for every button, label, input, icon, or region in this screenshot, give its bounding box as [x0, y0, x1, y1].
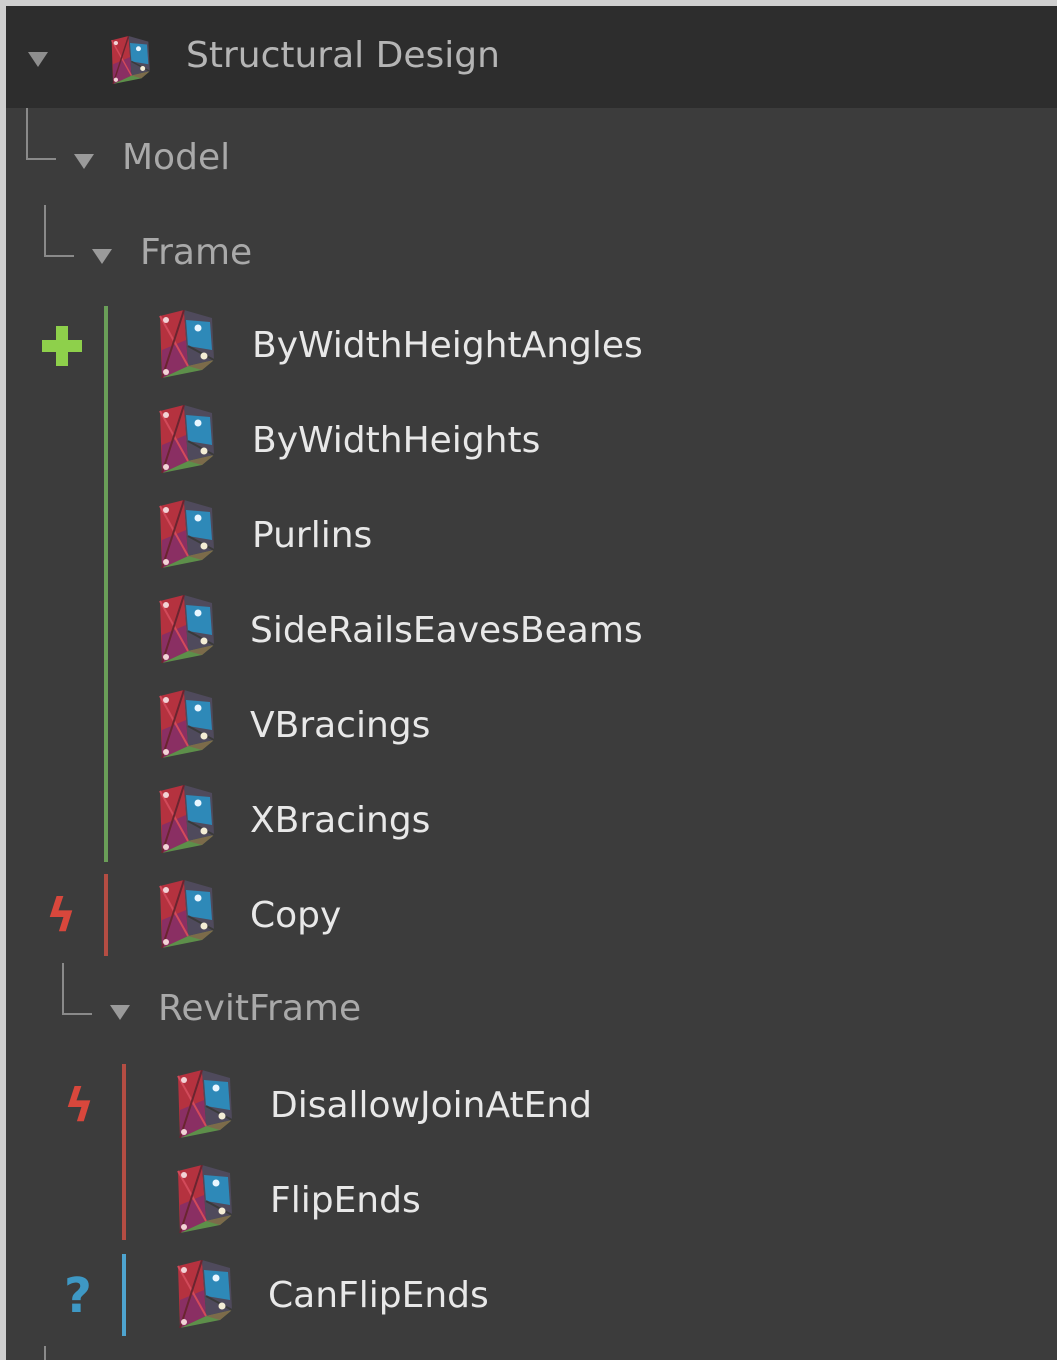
package-header[interactable]: Structural Design — [6, 6, 1057, 108]
node-label: Purlins — [252, 515, 373, 556]
collapse-arrow-icon[interactable] — [28, 52, 48, 67]
category-frame[interactable]: Frame — [6, 203, 1057, 298]
node-label: ByWidthHeightAngles — [252, 325, 643, 366]
node-label: CanFlipEnds — [268, 1275, 489, 1316]
category-label: Model — [122, 137, 231, 178]
node-item[interactable]: VBracings — [6, 674, 1057, 769]
dynamo-node-icon — [159, 880, 214, 948]
dynamo-node-icon — [177, 1260, 232, 1328]
expand-arrow-icon[interactable] — [110, 1005, 130, 1020]
node-item[interactable]: SideRailsEavesBeams — [6, 579, 1057, 674]
node-item[interactable]: Copy — [6, 864, 1057, 959]
category-label: RevitFrame — [158, 988, 362, 1029]
node-label: DisallowJoinAtEnd — [270, 1085, 592, 1126]
node-item[interactable]: XBracings — [6, 769, 1057, 864]
category-revitframe[interactable]: RevitFrame — [6, 959, 1057, 1054]
dynamo-node-icon — [159, 595, 214, 663]
tree-connector — [26, 108, 56, 160]
node-label: SideRailsEavesBeams — [250, 610, 643, 651]
dynamo-node-icon — [159, 310, 214, 378]
dynamo-package-icon — [110, 36, 150, 84]
node-item[interactable]: Purlins — [6, 484, 1057, 579]
node-label: Copy — [250, 895, 342, 936]
dynamo-node-icon — [159, 785, 214, 853]
tree-connector — [44, 205, 74, 257]
node-label: ByWidthHeights — [252, 420, 541, 461]
category-model[interactable]: Model — [6, 108, 1057, 203]
node-item[interactable]: ByWidthHeightAngles — [6, 294, 1057, 389]
expand-arrow-icon[interactable] — [74, 154, 94, 169]
expand-arrow-icon[interactable] — [92, 249, 112, 264]
tree-connector — [62, 963, 92, 1015]
dynamo-node-icon — [177, 1070, 232, 1138]
package-title: Structural Design — [186, 35, 500, 76]
node-label: XBracings — [250, 800, 431, 841]
library-tree-panel: Structural Design Model Frame ByWidthHei… — [6, 6, 1057, 1360]
node-item[interactable]: DisallowJoinAtEnd — [6, 1054, 1057, 1149]
node-item[interactable]: FlipEnds — [6, 1149, 1057, 1244]
tree-connector — [44, 1346, 46, 1360]
dynamo-node-icon — [159, 690, 214, 758]
dynamo-node-icon — [159, 405, 214, 473]
category-label: Frame — [140, 232, 253, 273]
node-item[interactable]: CanFlipEnds — [6, 1244, 1057, 1339]
dynamo-node-icon — [177, 1165, 232, 1233]
node-label: FlipEnds — [270, 1180, 421, 1221]
node-label: VBracings — [250, 705, 431, 746]
node-item[interactable]: ByWidthHeights — [6, 389, 1057, 484]
dynamo-node-icon — [159, 500, 214, 568]
